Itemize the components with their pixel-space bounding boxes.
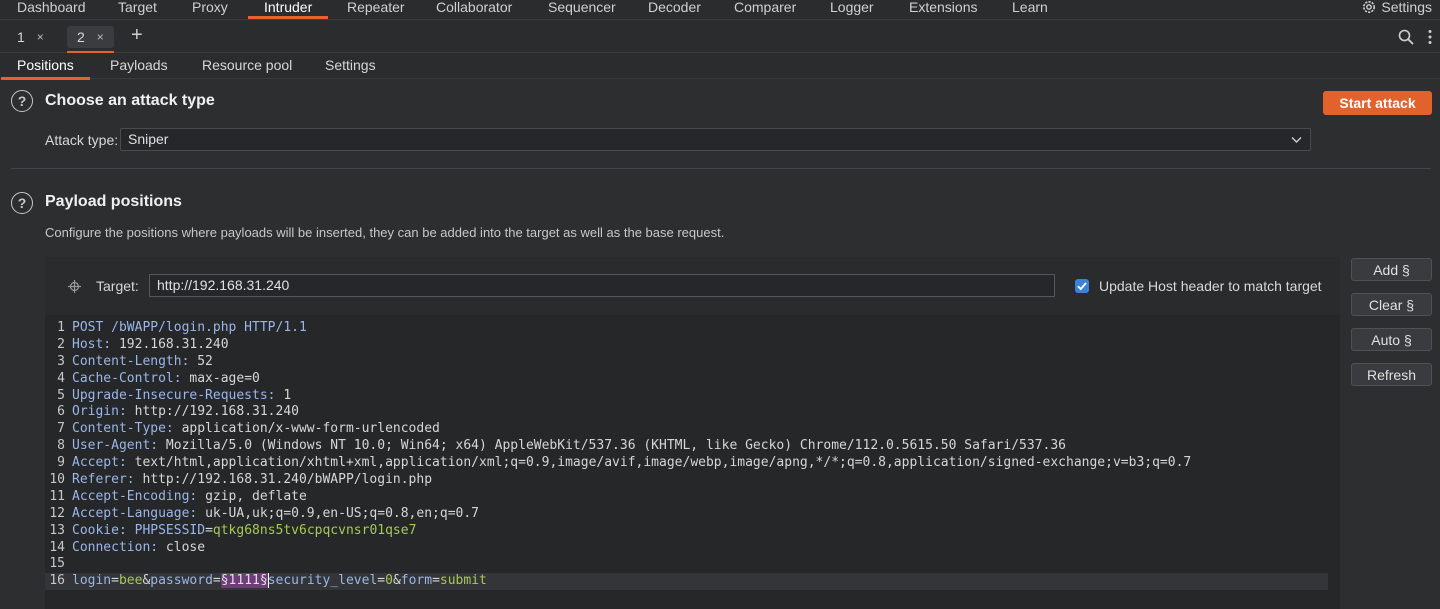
target-label: Target: — [96, 278, 139, 294]
nav-tab-decoder[interactable]: Decoder — [648, 0, 701, 19]
tab-positions[interactable]: Positions — [1, 57, 90, 80]
code-line-body: 16 login=bee&password=§1111§security_leve… — [45, 573, 1328, 591]
help-icon[interactable]: ? — [11, 90, 33, 112]
code-line: 11 Accept-Encoding: gzip, deflate — [49, 488, 307, 504]
code-line: 12 Accept-Language: uk-UA,uk;q=0.9,en-US;… — [49, 505, 479, 521]
chevron-down-icon — [1291, 137, 1302, 143]
code-line: 6 Origin: http://192.168.31.240 — [57, 404, 299, 420]
request-editor[interactable]: 1 POST /bWAPP/login.php HTTP/1.1 2 Host: 1… — [45, 320, 1335, 591]
code-line: 8 User-Agent: Mozilla/5.0 (Windows NT 10.… — [57, 438, 1066, 454]
nav-tab-extensions[interactable]: Extensions — [909, 0, 977, 19]
target-input[interactable]: http://192.168.31.240 — [149, 274, 1055, 297]
nav-tab-dashboard[interactable]: Dashboard — [17, 0, 86, 19]
search-icon[interactable] — [1398, 29, 1414, 45]
attack-tab-label: 2 — [77, 29, 85, 45]
code-line: 3 Content-Length: 52 — [57, 353, 213, 369]
more-options-icon[interactable] — [1428, 29, 1432, 45]
code-line: 15 — [49, 556, 65, 572]
code-line: 14 Connection: close — [49, 539, 206, 555]
attack-type-value: Sniper — [128, 131, 169, 147]
attack-tab-1[interactable]: 1 × — [7, 26, 54, 48]
attack-type-select[interactable]: Sniper — [120, 128, 1311, 151]
attack-type-label: Attack type: — [45, 132, 119, 148]
code-line: 4 Cache-Control: max-age=0 — [57, 370, 260, 386]
gear-icon — [1363, 1, 1376, 13]
attack-tab-label: 1 — [17, 29, 25, 45]
nav-tab-intruder[interactable]: Intruder — [247, 0, 329, 19]
nav-tab-target[interactable]: Target — [118, 0, 157, 19]
intruder-subtabs: Positions Payloads Resource pool Setting… — [0, 53, 1440, 80]
attack-tab-2[interactable]: 2 × — [67, 26, 114, 53]
code-line: 9 Accept: text/html,application/xhtml+xml… — [57, 455, 1192, 471]
close-icon[interactable]: × — [97, 30, 104, 44]
section-divider — [11, 168, 1431, 169]
code-line: 5 Upgrade-Insecure-Requests: 1 — [57, 387, 292, 403]
auto-payload-markers-button[interactable]: Auto § — [1351, 328, 1432, 351]
nav-tab-learn[interactable]: Learn — [1012, 0, 1048, 19]
refresh-button[interactable]: Refresh — [1351, 363, 1432, 386]
nav-tab-proxy[interactable]: Proxy — [192, 0, 228, 19]
payload-positions-title: Payload positions — [45, 193, 182, 210]
nav-tab-sequencer[interactable]: Sequencer — [548, 0, 616, 19]
nav-tab-repeater[interactable]: Repeater — [347, 0, 405, 19]
attack-type-title: Choose an attack type — [45, 92, 215, 109]
payload-marker[interactable]: §1111§ — [220, 573, 268, 589]
settings-label: Settings — [1381, 0, 1432, 15]
help-icon[interactable]: ? — [11, 192, 33, 214]
attack-tabs-bar: 1 × 2 × — [0, 21, 1440, 53]
code-line: 10 Referer: http://192.168.31.240/bWAPP/l… — [49, 472, 433, 488]
code-line: 1 POST /bWAPP/login.php HTTP/1.1 — [57, 320, 307, 335]
top-nav: Dashboard Target Proxy Intruder Repeater… — [0, 0, 1440, 20]
crosshair-icon — [68, 280, 81, 293]
close-icon[interactable]: × — [37, 30, 44, 44]
tab-settings[interactable]: Settings — [325, 57, 376, 73]
checkmark-icon — [1077, 282, 1087, 291]
start-attack-button[interactable]: Start attack — [1323, 91, 1432, 115]
code-line: 13 Cookie: PHPSESSID=qtkg68ns5tv6cpqcvnsr… — [49, 522, 417, 538]
code-line: 2 Host: 192.168.31.240 — [57, 336, 229, 352]
payload-positions-description: Configure the positions where payloads w… — [45, 225, 725, 240]
tab-payloads[interactable]: Payloads — [110, 57, 168, 73]
add-tab-button[interactable]: + — [131, 25, 143, 45]
nav-tab-collaborator[interactable]: Collaborator — [436, 0, 512, 19]
update-host-label: Update Host header to match target — [1099, 278, 1322, 294]
update-host-checkbox[interactable] — [1075, 279, 1089, 293]
add-payload-marker-button[interactable]: Add § — [1351, 258, 1432, 281]
code-line: 7 Content-Type: application/x-www-form-ur… — [57, 421, 440, 437]
settings-button[interactable]: Settings — [1361, 0, 1432, 15]
nav-tab-logger[interactable]: Logger — [830, 0, 874, 19]
tab-resource-pool[interactable]: Resource pool — [202, 57, 292, 73]
nav-tab-comparer[interactable]: Comparer — [734, 0, 796, 19]
clear-payload-markers-button[interactable]: Clear § — [1351, 293, 1432, 316]
